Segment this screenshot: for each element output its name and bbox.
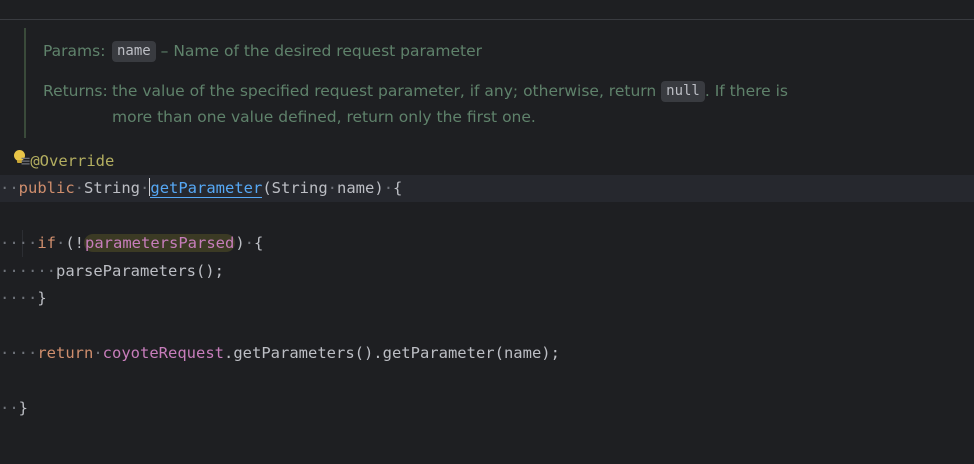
code-line-return[interactable]: ····return·coyoteRequest.getParameters()…: [0, 340, 974, 367]
return-expression: .getParameters().getParameter(name);: [224, 344, 560, 362]
if-open-brace: {: [254, 234, 264, 252]
type-string: String: [84, 179, 141, 197]
doc-param-description: – Name of the desired request parameter: [155, 42, 482, 60]
doc-returns-row: Returns: the value of the specified requ…: [43, 81, 788, 130]
field-parameters-parsed[interactable]: parametersParsed: [84, 234, 236, 252]
override-gutter-icon: ≡: [21, 152, 31, 170]
code-line-method-close[interactable]: ··}: [0, 395, 974, 422]
doc-returns-label: Returns:: [43, 82, 108, 100]
keyword-if: if: [37, 234, 56, 252]
signature-param-name: name): [337, 179, 384, 197]
if-close-brace: }: [37, 289, 47, 307]
doc-null-chip: null: [661, 81, 705, 102]
method-open-brace: {: [393, 179, 403, 197]
doc-params-label: Params:: [43, 42, 106, 60]
top-separator: [0, 19, 974, 20]
code-line-annotation[interactable]: ≡@Override: [0, 148, 974, 175]
doc-param-name-chip: name: [112, 41, 156, 62]
override-annotation: @Override: [30, 152, 115, 170]
if-close-paren: ): [235, 234, 245, 252]
doc-params-row: Params: name – Name of the desired reque…: [43, 41, 482, 64]
rendered-javadoc[interactable]: Params: name – Name of the desired reque…: [24, 28, 966, 138]
code-line-signature[interactable]: ··public·String·getParameter(String·name…: [0, 175, 974, 202]
code-line-if-close[interactable]: ····}: [0, 285, 974, 312]
code-line-if[interactable]: ····if·(!parametersParsed)·{: [0, 230, 974, 257]
doc-params-text: name – Name of the desired request param…: [112, 38, 482, 64]
doc-returns-text: the value of the specified request param…: [112, 78, 788, 130]
doc-returns-part2: . If there is: [704, 82, 788, 100]
keyword-public: public: [18, 179, 75, 197]
field-coyote-request: coyoteRequest: [102, 344, 224, 362]
doc-returns-part1: the value of the specified request param…: [112, 82, 662, 100]
keyword-return: return: [37, 344, 94, 362]
signature-param-type: (String: [262, 179, 328, 197]
method-name[interactable]: getParameter: [150, 179, 263, 198]
parse-parameters-call: parseParameters();: [56, 262, 224, 280]
doc-returns-part3: more than one value defined, return only…: [112, 108, 536, 126]
method-close-brace: }: [18, 399, 29, 417]
code-line-parse-call[interactable]: ······parseParameters();: [0, 258, 974, 285]
if-open-paren: (!: [65, 234, 85, 252]
